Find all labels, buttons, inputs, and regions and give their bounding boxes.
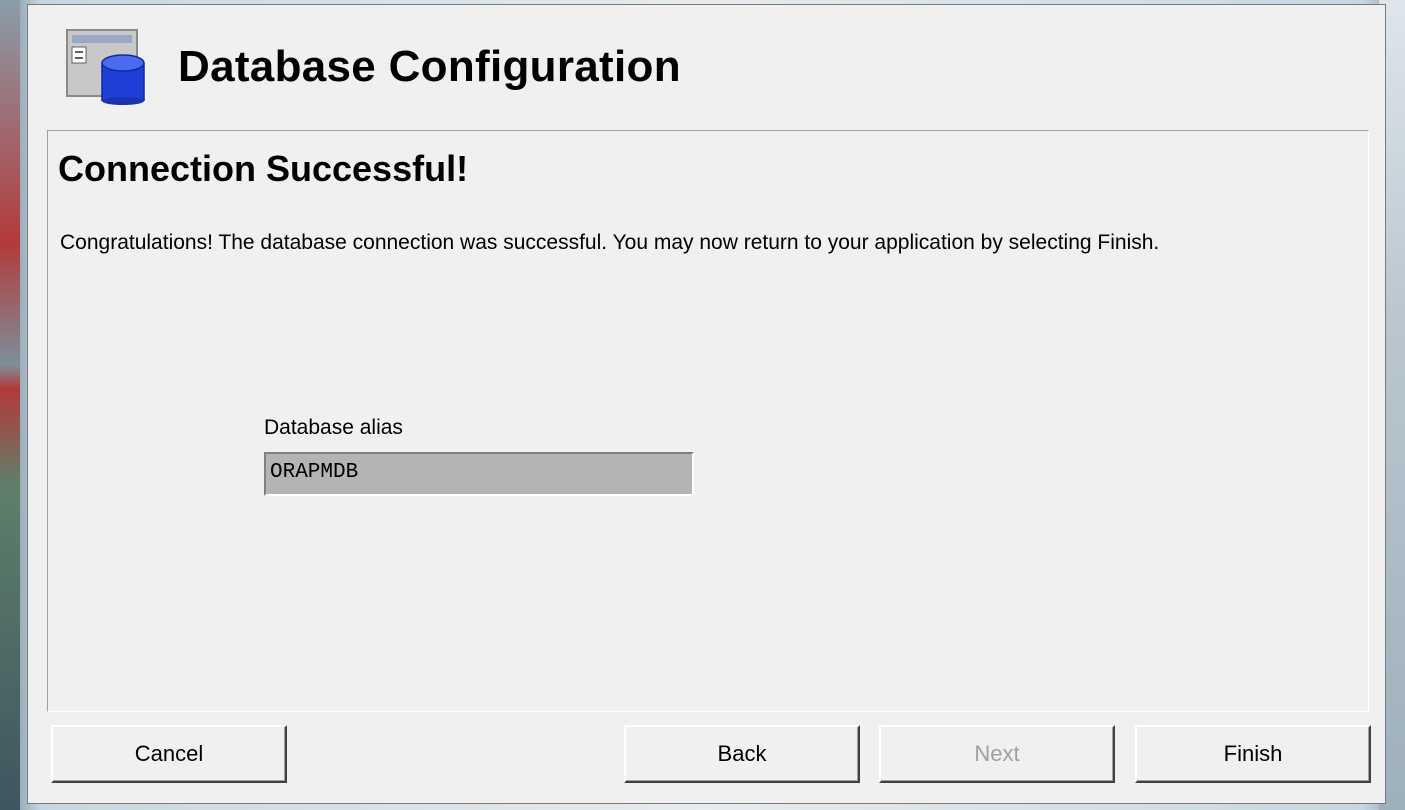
database-configuration-dialog: Database Configuration Connection Succes… (27, 4, 1386, 804)
dialog-title: Database Configuration (178, 42, 681, 91)
success-message: Congratulations! The database connection… (60, 231, 1160, 254)
cancel-button[interactable]: Cancel (51, 725, 287, 783)
next-button[interactable]: Next (879, 725, 1115, 783)
desktop-background-left (0, 0, 20, 810)
back-button[interactable]: Back (624, 725, 860, 783)
database-alias-label: Database alias (264, 416, 403, 439)
page-heading: Connection Successful! (58, 148, 469, 189)
database-alias-field[interactable]: ORAPMDB (264, 452, 694, 496)
database-config-icon (66, 29, 145, 105)
content-panel: Connection Successful! Congratulations! … (47, 130, 1369, 712)
finish-button[interactable]: Finish (1135, 725, 1371, 783)
dialog-header: Database Configuration (28, 5, 1385, 130)
